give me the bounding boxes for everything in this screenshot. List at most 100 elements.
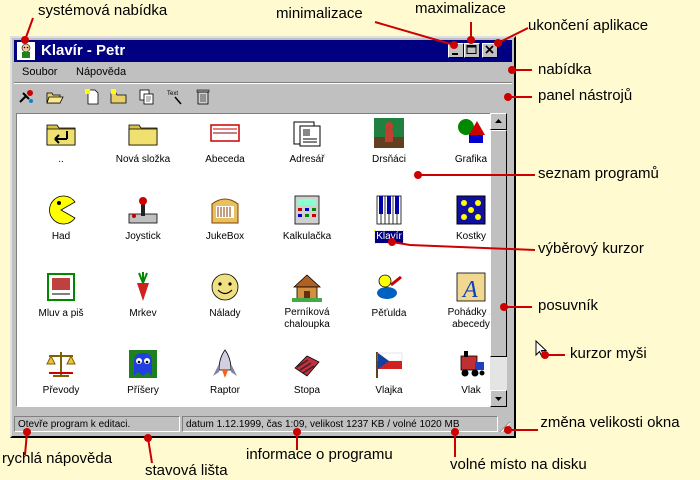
- czech-flag-icon: [376, 352, 403, 378]
- program-label: Adresář: [289, 154, 325, 165]
- mouse-cursor-icon: [535, 340, 548, 358]
- gingerbread-house-icon: [292, 274, 322, 302]
- program-item[interactable]: Drsňáci: [348, 117, 430, 191]
- program-label: Nová složka: [115, 154, 171, 165]
- trash-icon[interactable]: [194, 88, 212, 106]
- minimize-icon: [452, 53, 458, 55]
- program-item[interactable]: Mluv a piš: [20, 271, 102, 345]
- abcd-icon: [210, 124, 240, 142]
- label-resize: změna velikosti okna: [540, 414, 680, 431]
- rocket-icon: [213, 349, 237, 378]
- scroll-up-button[interactable]: [490, 113, 507, 130]
- program-label: Příšery: [127, 385, 159, 396]
- copy-icon[interactable]: [138, 88, 156, 106]
- scroll-down-button[interactable]: [490, 390, 507, 407]
- label-close: ukončení aplikace: [528, 17, 649, 34]
- program-item[interactable]: Klavír: [348, 194, 430, 268]
- program-label: Nálady: [209, 308, 241, 319]
- program-label: Pěťulda: [371, 308, 407, 319]
- tools-icon[interactable]: [18, 88, 36, 106]
- program-label: Vlajka: [375, 385, 403, 396]
- program-item[interactable]: Perníková chaloupka: [266, 271, 348, 345]
- program-label: Grafika: [454, 154, 488, 165]
- program-label: Drsňáci: [372, 154, 406, 165]
- label-mouse-cursor: kurzor myši: [570, 345, 647, 362]
- train-icon: [460, 351, 485, 377]
- maximize-button[interactable]: [464, 43, 480, 58]
- pacman-icon: [49, 195, 76, 225]
- jukebox-icon: [211, 198, 239, 224]
- program-item[interactable]: Raptor: [184, 348, 266, 406]
- program-item[interactable]: Grafika: [430, 117, 490, 191]
- program-label: Vlak: [461, 385, 481, 396]
- label-menu: nabídka: [538, 61, 592, 78]
- scrollbar[interactable]: [490, 113, 507, 407]
- track-icon: [294, 355, 320, 377]
- calculator-icon: [294, 195, 320, 225]
- tough-guys-icon: [374, 118, 404, 148]
- smiley-icon: [211, 273, 239, 301]
- label-program-info: informace o programu: [246, 446, 393, 463]
- arrow-up-icon: [495, 119, 502, 123]
- status-info: datum 1.12.1999, čas 1:09, velikost 1237…: [182, 416, 498, 432]
- program-label: Kalkulačka: [282, 231, 332, 242]
- program-item[interactable]: Příšery: [102, 348, 184, 406]
- petulda-icon: [377, 274, 402, 299]
- joystick-icon: [128, 197, 158, 224]
- program-list[interactable]: .. Nová složka Abeceda Adresář Drsňáci Grafik…: [16, 113, 491, 407]
- program-item[interactable]: Kostky: [430, 194, 490, 268]
- program-item[interactable]: Stopa: [266, 348, 348, 406]
- program-item[interactable]: Vlak: [430, 348, 490, 406]
- program-item[interactable]: Mrkev: [102, 271, 184, 345]
- program-item[interactable]: Joystick: [102, 194, 184, 268]
- title-bar[interactable]: Klavír - Petr: [14, 40, 512, 62]
- menu-bar: Soubor Nápověda: [14, 63, 512, 81]
- folder-up-icon: [46, 124, 76, 146]
- program-item[interactable]: ..: [20, 117, 102, 191]
- menu-napoveda[interactable]: Nápověda: [76, 66, 126, 78]
- svg-text:A: A: [461, 277, 478, 303]
- program-item[interactable]: Had: [20, 194, 102, 268]
- program-label: Pohádky z abecedy: [447, 307, 491, 330]
- new-file-icon[interactable]: [84, 88, 102, 106]
- close-button[interactable]: [482, 43, 498, 58]
- program-label: Raptor: [209, 385, 240, 396]
- label-maximize: maximalizace: [415, 0, 506, 17]
- letter-a-icon: A: [456, 272, 486, 303]
- address-book-icon: [293, 121, 321, 147]
- folder-icon: [128, 124, 158, 146]
- maximize-icon: [466, 45, 477, 54]
- label-selection-cursor: výběrový kurzor: [538, 240, 644, 257]
- program-item[interactable]: Převody: [20, 348, 102, 406]
- program-item[interactable]: Pěťulda: [348, 271, 430, 345]
- program-item[interactable]: Nálady: [184, 271, 266, 345]
- new-folder-icon[interactable]: [110, 88, 128, 106]
- program-label: Kostky: [455, 231, 486, 242]
- window-title: Klavír - Petr: [41, 42, 126, 59]
- program-label: Převody: [42, 385, 80, 396]
- program-item[interactable]: JukeBox: [184, 194, 266, 268]
- program-item[interactable]: Kalkulačka: [266, 194, 348, 268]
- program-item[interactable]: Vlajka: [348, 348, 430, 406]
- label-toolbar: panel nástrojů: [538, 87, 633, 104]
- piano-icon: [376, 195, 402, 225]
- program-item[interactable]: Abeceda: [184, 117, 266, 191]
- label-status-bar: stavová lišta: [145, 462, 228, 479]
- program-label: Mrkev: [129, 308, 157, 319]
- system-menu-icon[interactable]: [17, 42, 35, 60]
- dice-icon: [456, 195, 486, 225]
- minimize-button[interactable]: [448, 43, 464, 58]
- status-bar: Otevře program k editaci. datum 1.12.199…: [14, 414, 512, 434]
- program-label: Perníková chaloupka: [284, 307, 330, 330]
- menu-soubor[interactable]: Soubor: [22, 66, 57, 78]
- text-icon[interactable]: Text: [166, 88, 184, 106]
- program-item[interactable]: Adresář: [266, 117, 348, 191]
- program-item[interactable]: Nová složka: [102, 117, 184, 191]
- program-item[interactable]: A Pohádky z abecedy: [430, 271, 491, 345]
- scroll-thumb[interactable]: [490, 130, 507, 357]
- resize-grip-icon[interactable]: [497, 419, 511, 433]
- ghost-icon: [129, 350, 157, 378]
- svg-text:Text: Text: [167, 91, 178, 97]
- label-scrollbar: posuvník: [538, 297, 599, 314]
- open-folder-icon[interactable]: [46, 88, 64, 106]
